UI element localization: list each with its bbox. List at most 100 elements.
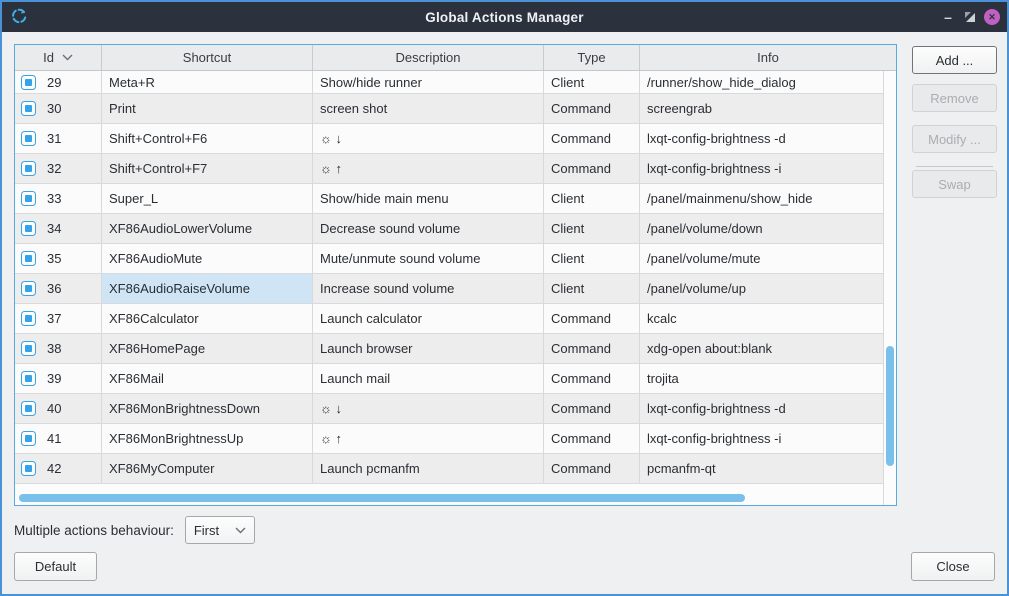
cell-description[interactable]: ☼ ↑ bbox=[313, 154, 544, 183]
cell-shortcut[interactable]: XF86MonBrightnessDown bbox=[102, 394, 313, 423]
cell-shortcut[interactable]: Super_L bbox=[102, 184, 313, 213]
cell-id-container[interactable]: 34 bbox=[15, 214, 102, 243]
cell-type[interactable]: Client bbox=[544, 184, 640, 213]
behaviour-select[interactable]: First bbox=[185, 516, 255, 544]
enabled-checkbox[interactable] bbox=[21, 281, 36, 296]
column-header-info[interactable]: Info bbox=[640, 45, 896, 70]
cell-shortcut[interactable]: Print bbox=[102, 94, 313, 123]
cell-description[interactable]: Launch browser bbox=[313, 334, 544, 363]
cell-type[interactable]: Command bbox=[544, 454, 640, 483]
cell-description[interactable]: screen shot bbox=[313, 94, 544, 123]
cell-description[interactable]: ☼ ↑ bbox=[313, 424, 544, 453]
cell-shortcut[interactable]: XF86MonBrightnessUp bbox=[102, 424, 313, 453]
cell-info[interactable]: /panel/volume/mute bbox=[640, 244, 883, 273]
swap-button[interactable]: Swap bbox=[912, 170, 997, 198]
cell-description[interactable]: Launch pcmanfm bbox=[313, 454, 544, 483]
enabled-checkbox[interactable] bbox=[21, 251, 36, 266]
cell-id-container[interactable]: 33 bbox=[15, 184, 102, 213]
minimize-button[interactable]: – bbox=[937, 2, 959, 32]
cell-id-container[interactable]: 41 bbox=[15, 424, 102, 453]
cell-type[interactable]: Command bbox=[544, 424, 640, 453]
cell-description[interactable]: Launch mail bbox=[313, 364, 544, 393]
cell-info[interactable]: lxqt-config-brightness -i bbox=[640, 154, 883, 183]
enabled-checkbox[interactable] bbox=[21, 131, 36, 146]
cell-shortcut[interactable]: XF86MyComputer bbox=[102, 454, 313, 483]
cell-description[interactable]: Show/hide main menu bbox=[313, 184, 544, 213]
enabled-checkbox[interactable] bbox=[21, 191, 36, 206]
cell-id-container[interactable]: 37 bbox=[15, 304, 102, 333]
cell-id-container[interactable]: 40 bbox=[15, 394, 102, 423]
cell-info[interactable]: lxqt-config-brightness -i bbox=[640, 424, 883, 453]
column-header-description[interactable]: Description bbox=[313, 45, 544, 70]
cell-description[interactable]: ☼ ↓ bbox=[313, 394, 544, 423]
table-row[interactable]: 37 XF86Calculator Launch calculator Comm… bbox=[15, 304, 883, 334]
cell-description[interactable]: ☼ ↓ bbox=[313, 124, 544, 153]
cell-shortcut[interactable]: Shift+Control+F7 bbox=[102, 154, 313, 183]
modify-button[interactable]: Modify ... bbox=[912, 125, 997, 153]
enabled-checkbox[interactable] bbox=[21, 75, 36, 90]
cell-description[interactable]: Launch calculator bbox=[313, 304, 544, 333]
table-row[interactable]: 39 XF86Mail Launch mail Command trojita bbox=[15, 364, 883, 394]
cell-type[interactable]: Command bbox=[544, 364, 640, 393]
cell-shortcut[interactable]: XF86Calculator bbox=[102, 304, 313, 333]
remove-button[interactable]: Remove bbox=[912, 84, 997, 112]
column-header-type[interactable]: Type bbox=[544, 45, 640, 70]
horizontal-scrollbar[interactable] bbox=[16, 494, 883, 502]
cell-type[interactable]: Client bbox=[544, 214, 640, 243]
table-row[interactable]: 40 XF86MonBrightnessDown ☼ ↓ Command lxq… bbox=[15, 394, 883, 424]
table-row[interactable]: 35 XF86AudioMute Mute/unmute sound volum… bbox=[15, 244, 883, 274]
column-header-shortcut[interactable]: Shortcut bbox=[102, 45, 313, 70]
enabled-checkbox[interactable] bbox=[21, 161, 36, 176]
restore-button[interactable] bbox=[959, 2, 981, 32]
table-row[interactable]: 36 XF86AudioRaiseVolume Increase sound v… bbox=[15, 274, 883, 304]
cell-info[interactable]: kcalc bbox=[640, 304, 883, 333]
cell-shortcut[interactable]: Meta+R bbox=[102, 71, 313, 93]
enabled-checkbox[interactable] bbox=[21, 431, 36, 446]
enabled-checkbox[interactable] bbox=[21, 221, 36, 236]
cell-id-container[interactable]: 35 bbox=[15, 244, 102, 273]
table-row[interactable]: 42 XF86MyComputer Launch pcmanfm Command… bbox=[15, 454, 883, 484]
cell-id-container[interactable]: 36 bbox=[15, 274, 102, 303]
cell-info[interactable]: /panel/volume/up bbox=[640, 274, 883, 303]
cell-description[interactable]: Show/hide runner bbox=[313, 71, 544, 93]
enabled-checkbox[interactable] bbox=[21, 371, 36, 386]
table-row[interactable]: 41 XF86MonBrightnessUp ☼ ↑ Command lxqt-… bbox=[15, 424, 883, 454]
enabled-checkbox[interactable] bbox=[21, 401, 36, 416]
cell-type[interactable]: Client bbox=[544, 274, 640, 303]
cell-id-container[interactable]: 38 bbox=[15, 334, 102, 363]
table-row[interactable]: 29 Meta+R Show/hide runner Client /runne… bbox=[15, 71, 883, 94]
cell-type[interactable]: Command bbox=[544, 304, 640, 333]
table-row[interactable]: 30 Print screen shot Command screengrab bbox=[15, 94, 883, 124]
cell-shortcut[interactable]: Shift+Control+F6 bbox=[102, 124, 313, 153]
default-button[interactable]: Default bbox=[14, 552, 97, 581]
cell-id-container[interactable]: 39 bbox=[15, 364, 102, 393]
vertical-scrollbar[interactable] bbox=[884, 72, 895, 504]
cell-info[interactable]: /runner/show_hide_dialog bbox=[640, 71, 883, 93]
cell-info[interactable]: screengrab bbox=[640, 94, 883, 123]
cell-type[interactable]: Command bbox=[544, 334, 640, 363]
cell-type[interactable]: Command bbox=[544, 154, 640, 183]
cell-info[interactable]: pcmanfm-qt bbox=[640, 454, 883, 483]
cell-description[interactable]: Decrease sound volume bbox=[313, 214, 544, 243]
table-row[interactable]: 33 Super_L Show/hide main menu Client /p… bbox=[15, 184, 883, 214]
cell-shortcut[interactable]: XF86HomePage bbox=[102, 334, 313, 363]
cell-type[interactable]: Client bbox=[544, 244, 640, 273]
cell-id-container[interactable]: 31 bbox=[15, 124, 102, 153]
table-row[interactable]: 32 Shift+Control+F7 ☼ ↑ Command lxqt-con… bbox=[15, 154, 883, 184]
cell-shortcut[interactable]: XF86AudioMute bbox=[102, 244, 313, 273]
cell-type[interactable]: Command bbox=[544, 94, 640, 123]
cell-type[interactable]: Command bbox=[544, 394, 640, 423]
cell-info[interactable]: trojita bbox=[640, 364, 883, 393]
table-row[interactable]: 38 XF86HomePage Launch browser Command x… bbox=[15, 334, 883, 364]
cell-id-container[interactable]: 32 bbox=[15, 154, 102, 183]
enabled-checkbox[interactable] bbox=[21, 311, 36, 326]
cell-shortcut[interactable]: XF86AudioLowerVolume bbox=[102, 214, 313, 243]
cell-description[interactable]: Increase sound volume bbox=[313, 274, 544, 303]
cell-id-container[interactable]: 30 bbox=[15, 94, 102, 123]
cell-shortcut[interactable]: XF86AudioRaiseVolume bbox=[102, 274, 313, 303]
close-dialog-button[interactable]: Close bbox=[911, 552, 995, 581]
cell-shortcut[interactable]: XF86Mail bbox=[102, 364, 313, 393]
table-row[interactable]: 31 Shift+Control+F6 ☼ ↓ Command lxqt-con… bbox=[15, 124, 883, 154]
horizontal-scrollbar-thumb[interactable] bbox=[19, 494, 745, 502]
enabled-checkbox[interactable] bbox=[21, 101, 36, 116]
